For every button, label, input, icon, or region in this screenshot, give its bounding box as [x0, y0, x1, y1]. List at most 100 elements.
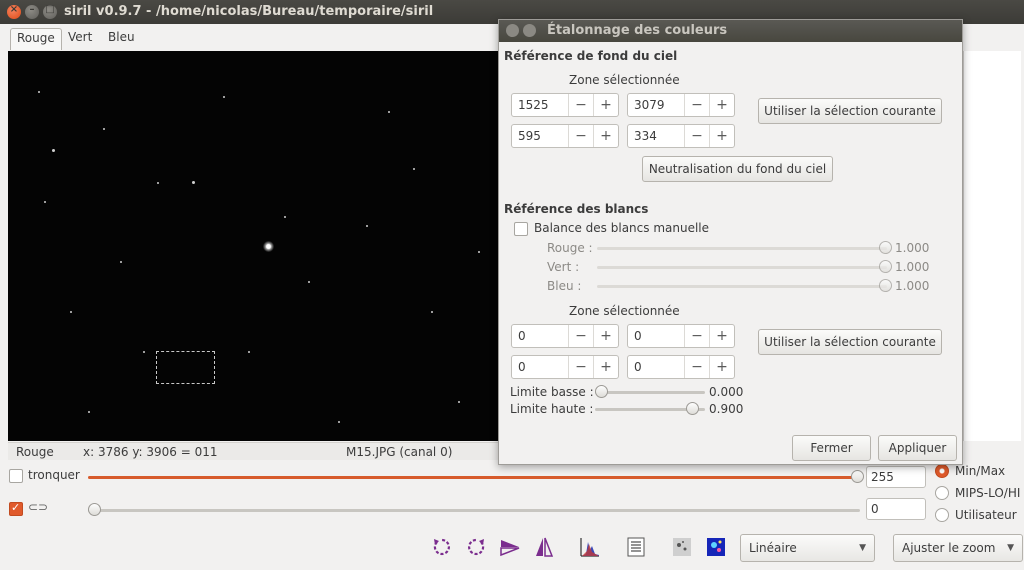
- minus-icon[interactable]: −: [568, 125, 593, 147]
- high-value-field[interactable]: 255: [866, 466, 926, 488]
- plus-icon[interactable]: +: [709, 125, 734, 147]
- tab-bleu[interactable]: Bleu: [102, 28, 141, 50]
- green-coef-label: Vert :: [547, 260, 580, 274]
- minus-icon[interactable]: −: [684, 325, 709, 347]
- white-h-spin[interactable]: 0 − +: [627, 355, 735, 379]
- sky-zone-label: Zone sélectionnée: [569, 73, 680, 87]
- blue-coef-thumb[interactable]: [879, 279, 892, 292]
- radio-minmax[interactable]: [935, 464, 949, 478]
- sky-x-spin[interactable]: 1525 − +: [511, 93, 619, 117]
- high-slider-thumb[interactable]: [851, 470, 864, 483]
- red-coef-thumb[interactable]: [879, 241, 892, 254]
- minus-icon[interactable]: −: [568, 325, 593, 347]
- star: [284, 216, 286, 218]
- chevron-down-icon: ▼: [1007, 543, 1014, 553]
- radio-mips[interactable]: [935, 486, 949, 500]
- star: [431, 311, 433, 313]
- status-channel: Rouge: [16, 445, 54, 459]
- apply-button[interactable]: Appliquer: [878, 435, 957, 461]
- chevron-down-icon: ▼: [859, 543, 866, 553]
- minus-icon[interactable]: −: [568, 356, 593, 378]
- display-mode-select[interactable]: Linéaire ▼: [740, 534, 875, 562]
- minus-icon[interactable]: −: [684, 125, 709, 147]
- minus-icon[interactable]: −: [684, 356, 709, 378]
- blue-coef-value: 1.000: [895, 279, 930, 293]
- sky-y-value: 3079: [634, 98, 665, 112]
- link-checkbox[interactable]: [9, 501, 23, 516]
- low-limit-value: 0.000: [709, 385, 744, 399]
- selection-rectangle[interactable]: [156, 351, 215, 384]
- plus-icon[interactable]: +: [593, 125, 618, 147]
- low-value-field[interactable]: 0: [866, 498, 926, 520]
- false-color-icon[interactable]: [705, 536, 727, 558]
- sky-y-spin[interactable]: 3079 − +: [627, 93, 735, 117]
- image-canvas[interactable]: [8, 51, 498, 441]
- star: [143, 351, 145, 353]
- list-icon[interactable]: [625, 536, 647, 558]
- sky-w-value: 595: [518, 129, 541, 143]
- white-y-spin[interactable]: 0 − +: [627, 324, 735, 348]
- sky-use-selection-button[interactable]: Utiliser la sélection courante: [758, 98, 942, 124]
- white-y-value: 0: [634, 329, 642, 343]
- plus-icon[interactable]: +: [593, 356, 618, 378]
- negative-icon[interactable]: [671, 536, 693, 558]
- minimize-window-button[interactable]: –: [25, 4, 39, 19]
- white-x-spin[interactable]: 0 − +: [511, 324, 619, 348]
- green-coef-slider[interactable]: [597, 266, 887, 269]
- maximize-icon: □: [45, 4, 55, 15]
- red-coef-slider[interactable]: [597, 247, 887, 250]
- close-button[interactable]: Fermer: [792, 435, 871, 461]
- radio-user[interactable]: [935, 508, 949, 522]
- plus-icon[interactable]: +: [709, 325, 734, 347]
- low-limit-slider[interactable]: [595, 391, 705, 394]
- manual-white-balance-checkbox[interactable]: [514, 222, 528, 236]
- clip-checkbox[interactable]: [9, 469, 23, 483]
- window-title: siril v0.9.7 - /home/nicolas/Bureau/temp…: [64, 4, 434, 19]
- maximize-window-button[interactable]: □: [43, 4, 57, 19]
- red-coef-value: 1.000: [895, 241, 930, 255]
- minus-icon[interactable]: −: [684, 94, 709, 116]
- star: [388, 111, 390, 113]
- blue-coef-slider[interactable]: [597, 285, 887, 288]
- close-window-button[interactable]: ×: [7, 4, 21, 19]
- plus-icon[interactable]: +: [709, 356, 734, 378]
- star: [458, 401, 460, 403]
- plus-icon[interactable]: +: [709, 94, 734, 116]
- star: [338, 421, 340, 423]
- star: [88, 411, 90, 413]
- high-slider-track[interactable]: [88, 476, 860, 479]
- manual-white-balance-label: Balance des blancs manuelle: [534, 221, 710, 235]
- rotate-left-icon[interactable]: [431, 536, 453, 558]
- star: [366, 225, 368, 227]
- rotate-right-icon[interactable]: [465, 536, 487, 558]
- neutralize-background-button[interactable]: Neutralisation du fond du ciel: [642, 156, 833, 182]
- star: [413, 168, 415, 170]
- green-coef-thumb[interactable]: [879, 260, 892, 273]
- plus-icon[interactable]: +: [593, 94, 618, 116]
- dialog-close-button[interactable]: [506, 24, 519, 37]
- white-use-selection-button[interactable]: Utiliser la sélection courante: [758, 329, 942, 355]
- histogram-icon[interactable]: [579, 536, 601, 558]
- mirror-vertical-icon[interactable]: [533, 536, 555, 558]
- white-w-spin[interactable]: 0 − +: [511, 355, 619, 379]
- minus-icon[interactable]: −: [568, 94, 593, 116]
- sky-h-spin[interactable]: 334 − +: [627, 124, 735, 148]
- tab-vert[interactable]: Vert: [62, 28, 98, 50]
- green-coef-value: 1.000: [895, 260, 930, 274]
- plus-icon[interactable]: +: [593, 325, 618, 347]
- zoom-select[interactable]: Ajuster le zoom ▼: [893, 534, 1023, 562]
- display-mode-value: Linéaire: [749, 541, 797, 555]
- sky-h-value: 334: [634, 129, 657, 143]
- dialog-minimize-button[interactable]: [523, 24, 536, 37]
- tab-rouge[interactable]: Rouge: [10, 28, 62, 50]
- mirror-horizontal-icon[interactable]: [499, 536, 521, 558]
- low-slider-track[interactable]: [88, 509, 860, 512]
- sky-w-spin[interactable]: 595 − +: [511, 124, 619, 148]
- dialog-title: Étalonnage des couleurs: [547, 23, 728, 38]
- low-limit-thumb[interactable]: [595, 385, 608, 398]
- star: [52, 149, 55, 152]
- status-file: M15.JPG (canal 0): [346, 445, 453, 459]
- globular-cluster: [263, 241, 274, 252]
- low-slider-thumb[interactable]: [88, 503, 101, 516]
- high-limit-thumb[interactable]: [686, 402, 699, 415]
